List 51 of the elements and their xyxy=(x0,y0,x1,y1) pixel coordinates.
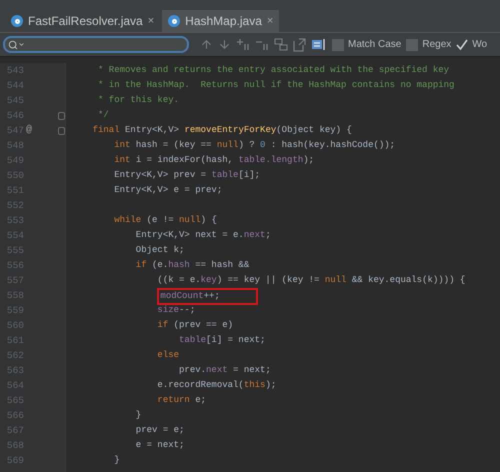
up-arrow-icon xyxy=(200,38,213,51)
checkbox-label: Regex xyxy=(422,38,452,52)
filter-icon[interactable] xyxy=(311,38,327,51)
code-line: Entry<K,V> next = e.next; xyxy=(134,229,272,242)
code-line: } xyxy=(134,409,142,422)
code-line: if (e.hash == hash && xyxy=(134,259,250,272)
code-line: int hash = (key == null) ? 0 : hash(key.hashCode()); xyxy=(113,139,396,152)
code-line: e = next; xyxy=(134,439,186,452)
code-line: Entry<K,V> prev = table[i]; xyxy=(113,169,262,182)
export-icon[interactable] xyxy=(293,38,306,52)
code-line: * Removes and returns the entry associated with the specified key xyxy=(97,64,450,77)
code-line: size--; xyxy=(156,304,196,317)
code-line: ((k = e.key) == key || (key != null && key.equals(k)))) { xyxy=(156,274,466,287)
code-line: Entry<K,V> e = prev; xyxy=(113,184,224,197)
code-line: table[i] = next; xyxy=(178,334,266,347)
tab-label: HashMap.java xyxy=(185,13,262,30)
fold-icon[interactable] xyxy=(58,126,65,134)
class-icon xyxy=(168,15,180,27)
select-all-icon[interactable] xyxy=(274,38,288,51)
code-line: */ xyxy=(97,109,110,122)
close-button[interactable]: × xyxy=(266,16,274,26)
checkbox[interactable] xyxy=(456,38,468,50)
checkbox-label: Match Case xyxy=(348,38,402,52)
code-line: while (e != null) { xyxy=(113,214,218,227)
down-arrow-icon xyxy=(218,38,231,51)
checkbox-label: Wo xyxy=(472,38,488,52)
editor-tab[interactable]: HashMap.java × xyxy=(162,10,280,32)
code-line: Object k; xyxy=(134,244,186,257)
code-line: modCount++; xyxy=(71,288,500,303)
override-marker: @ xyxy=(26,124,32,138)
code-line: if (prev == e) xyxy=(156,319,234,332)
code-line: prev.next = next; xyxy=(178,364,272,377)
search-field[interactable] xyxy=(3,36,189,53)
checkbox[interactable] xyxy=(332,38,344,50)
code-line: int i = indexFor(hash, table.length); xyxy=(113,154,316,167)
dropdown-icon xyxy=(18,41,25,48)
code-line: * in the HashMap. Returns null if the HashMap contains no mapping xyxy=(97,79,456,92)
close-button[interactable]: × xyxy=(148,16,154,26)
code-line: prev = e; xyxy=(134,424,186,437)
code-line: final Entry<K,V> removeEntryForKey(Object key) { xyxy=(92,124,353,137)
tab-label: FastFailResolver.java xyxy=(28,13,143,30)
code-line: else xyxy=(156,349,180,362)
code-line: } xyxy=(113,454,121,467)
class-icon xyxy=(11,15,23,27)
code-line: * for this key. xyxy=(97,94,180,107)
fold-icon[interactable] xyxy=(58,112,65,120)
code-line: e.recordRemoval(this); xyxy=(156,379,278,392)
checkbox[interactable] xyxy=(406,38,418,50)
add-occurrence-icon[interactable] xyxy=(236,38,250,51)
code-line: return e; xyxy=(156,394,208,407)
search-icon xyxy=(8,40,18,50)
